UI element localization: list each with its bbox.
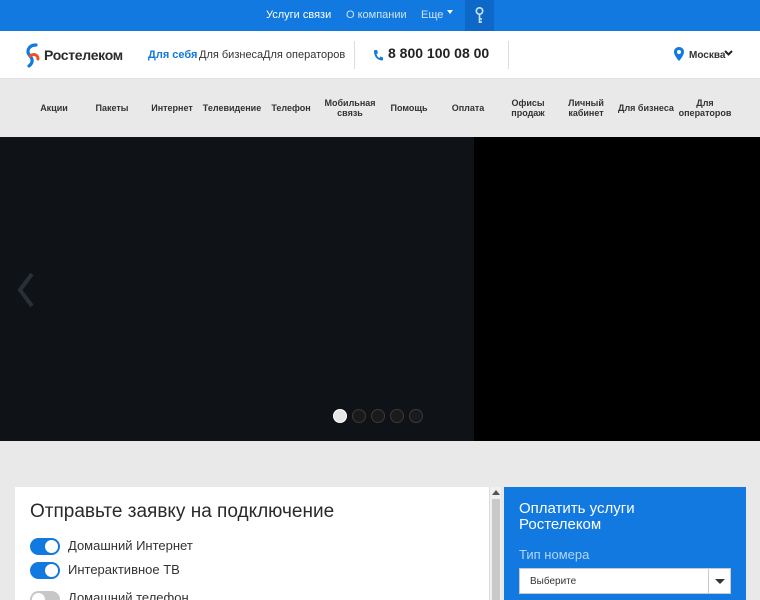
header-divider-right [508,41,509,69]
phone-icon [374,50,383,61]
slider-dot-3[interactable] [371,409,385,423]
hero-slider[interactable] [0,137,474,441]
service-label-phone: Домашний телефон [68,590,189,600]
number-type-select[interactable]: Выберите [519,568,731,594]
main-header: Ростелеком Для себя Для бизнеса Для опер… [0,31,760,79]
segment-personal[interactable]: Для себя [148,49,197,61]
scroll-thumb[interactable] [492,499,500,600]
top-bar: Услуги связи О компании Еще [0,0,760,31]
toggle-home-internet[interactable] [30,538,60,555]
nav-item-phone[interactable]: Телефон [267,80,315,136]
key-button[interactable] [465,0,494,31]
main-nav: Акции Пакеты Интернет Телевидение Телефо… [0,80,760,136]
nav-item-tv[interactable]: Телевидение [203,80,261,136]
payment-title: Оплатить услуги Ростелеком [519,500,635,533]
form-scrollbar[interactable] [489,487,501,600]
segment-operators[interactable]: Для операторов [263,49,345,61]
nav-item-offices[interactable]: Офисы продаж [497,80,559,136]
service-label-tv: Интерактивное ТВ [68,562,180,577]
nav-item-operators[interactable]: Для операторов [679,80,732,136]
caret-down-icon [447,10,453,14]
number-type-label: Тип номера [519,547,590,562]
toggle-interactive-tv[interactable] [30,562,60,579]
nav-item-promotions[interactable]: Акции [30,80,78,136]
toggle-home-phone[interactable] [30,591,60,600]
key-icon [475,7,484,23]
nav-item-help[interactable]: Помощь [385,80,433,136]
nav-item-account[interactable]: Личный кабинет [563,80,609,136]
topbar-more[interactable]: Еще [421,9,443,21]
city-selector[interactable]: Москва [689,50,725,61]
nav-item-internet[interactable]: Интернет [147,80,197,136]
location-pin-icon [674,47,684,61]
chevron-down-icon[interactable] [724,48,733,57]
slider-dot-5[interactable] [409,409,423,423]
topbar-link-company[interactable]: О компании [346,9,407,21]
slider-prev-arrow-icon[interactable] [16,272,36,308]
nav-item-packages[interactable]: Пакеты [88,80,136,136]
slider-dot-1[interactable] [333,409,347,423]
hero-side-panel [474,137,760,441]
scroll-up-icon[interactable] [492,490,500,495]
select-value: Выберите [530,576,577,587]
rostelecom-logo-icon[interactable] [24,42,42,68]
header-divider [354,41,355,69]
nav-item-mobile[interactable]: Мобильная связь [323,80,377,136]
slider-dot-4[interactable] [390,409,404,423]
slider-dot-2[interactable] [352,409,366,423]
topbar-link-services[interactable]: Услуги связи [266,9,331,21]
nav-item-business[interactable]: Для бизнеса [618,80,674,136]
hotline-phone[interactable]: 8 800 100 08 00 [388,45,489,61]
nav-item-payment[interactable]: Оплата [444,80,492,136]
application-form-title: Отправьте заявку на подключение [30,501,335,522]
service-label-internet: Домашний Интернет [68,538,193,553]
brand-name[interactable]: Ростелеком [44,47,123,63]
segment-business[interactable]: Для бизнеса [199,49,263,61]
select-dropdown-icon[interactable] [708,569,730,593]
